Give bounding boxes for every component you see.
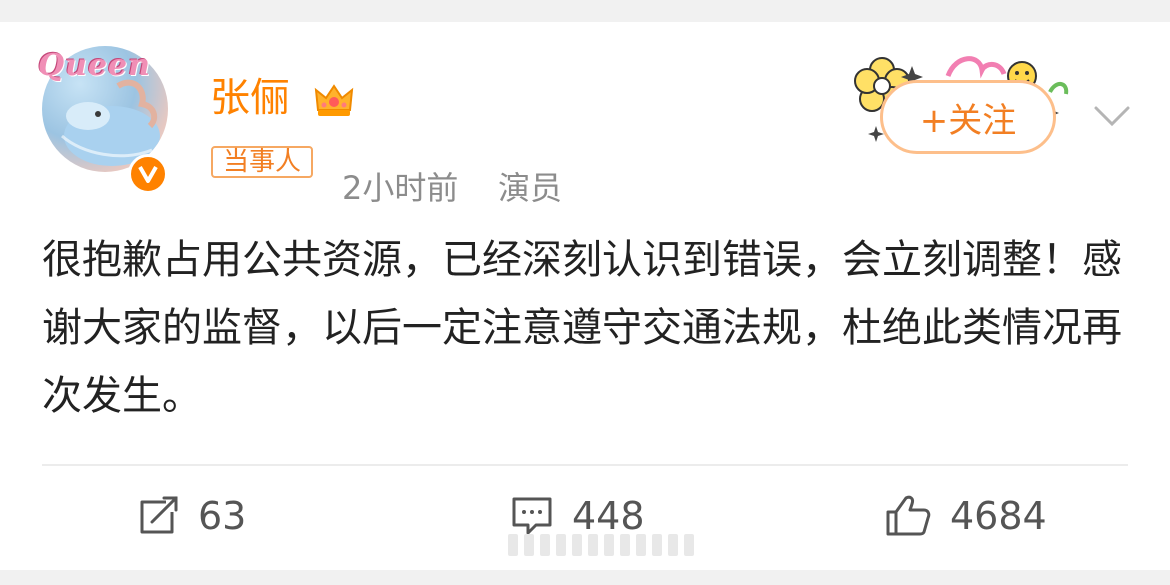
author-occupation: 演员	[498, 169, 563, 207]
watermark-mark	[508, 534, 694, 556]
repost-icon	[140, 496, 178, 534]
crown-icon[interactable]	[312, 78, 356, 122]
chevron-down-icon[interactable]	[1092, 104, 1132, 128]
repost-count: 63	[198, 494, 247, 538]
comment-button[interactable]: 448	[510, 492, 645, 540]
post-time: 2小时前	[342, 169, 459, 207]
divider	[42, 464, 1128, 466]
comment-icon	[512, 497, 552, 535]
like-button[interactable]: 4684	[884, 492, 1047, 540]
repost-button[interactable]: 63	[136, 492, 246, 540]
post-text: 很抱歉占用公共资源，已经深刻认识到错误，会立刻调整！感谢大家的监督，以后一定注意…	[42, 237, 1122, 419]
avatar-logo-text: Queen	[38, 48, 151, 83]
follow-button-label: +关注	[919, 100, 1017, 141]
post-card: Queen 张俪 当事人 2小时前 演员 +关注 很抱歉占用公共资源，已经深刻认…	[0, 22, 1170, 570]
verified-v-icon	[128, 154, 168, 194]
party-tag: 当事人	[211, 146, 314, 178]
like-count: 4684	[950, 494, 1047, 538]
thumbs-up-icon	[886, 495, 931, 536]
author-name[interactable]: 张俪	[210, 76, 290, 120]
comment-count: 448	[572, 494, 645, 538]
follow-button[interactable]: +关注	[880, 80, 1056, 154]
